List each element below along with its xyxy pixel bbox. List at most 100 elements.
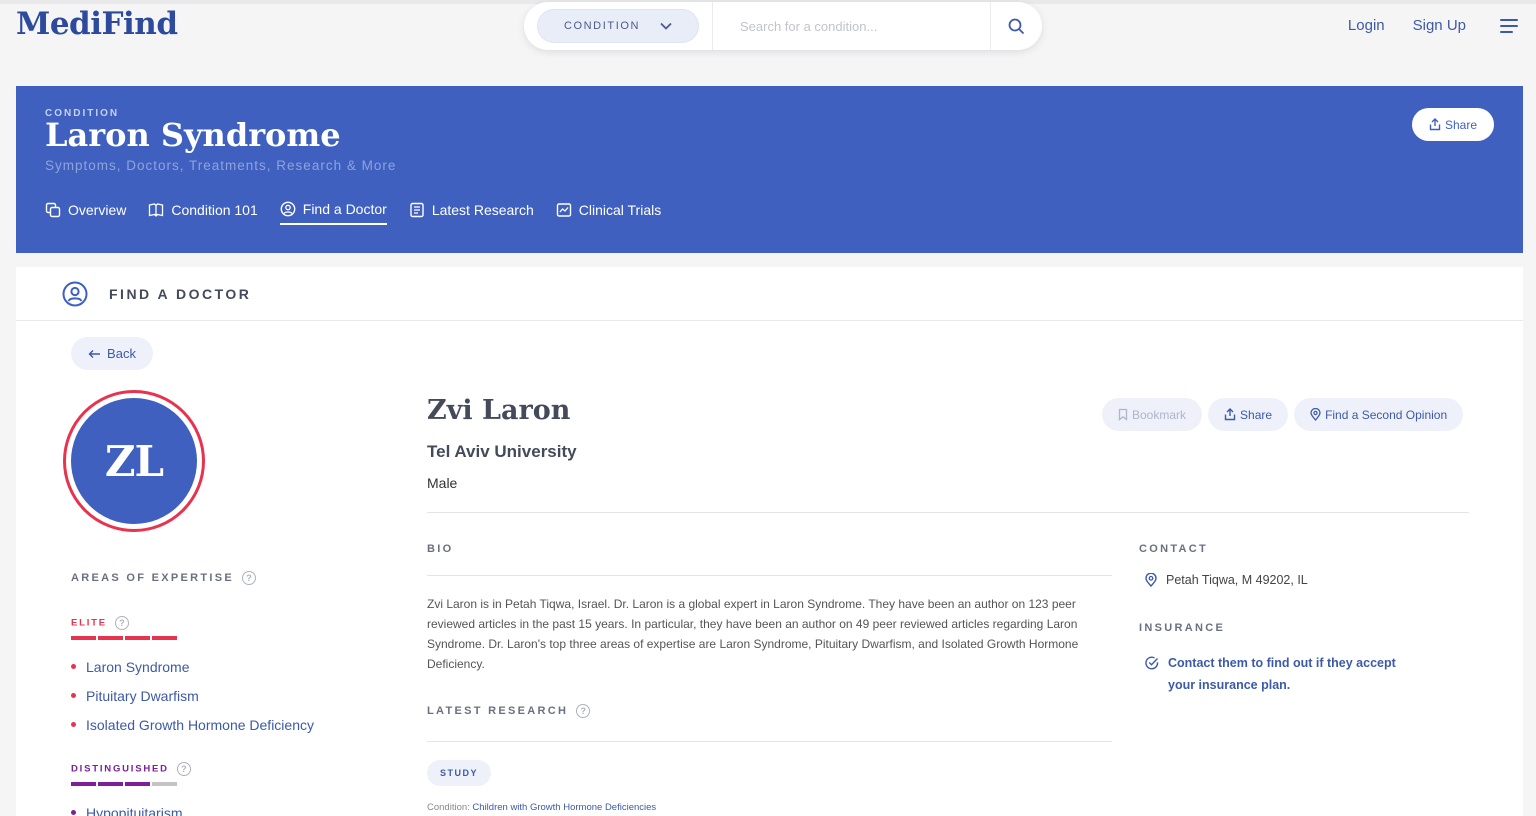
arrow-left-icon (88, 349, 101, 358)
help-icon[interactable]: ? (176, 762, 191, 776)
expertise-label: Isolated Growth Hormone Deficiency (86, 716, 314, 733)
level-bar (98, 636, 123, 640)
second-opinion-label: Find a Second Opinion (1325, 407, 1448, 422)
study-condition: Condition: Children with Growth Hormone … (427, 802, 656, 813)
study-badge: STUDY (427, 760, 491, 786)
doctor-institution: Tel Aviv University (427, 442, 577, 461)
map-pin-icon (1145, 573, 1157, 587)
expertise-item[interactable]: Isolated Growth Hormone Deficiency (71, 710, 314, 739)
bookmark-button[interactable]: Bookmark (1102, 398, 1203, 431)
expertise-label: Laron Syndrome (86, 658, 190, 675)
tab-find-a-doctor[interactable]: Find a Doctor (279, 201, 387, 225)
tier-elite-label: ELITE? (71, 616, 129, 630)
tier-distinguished-label: DISTINGUISHED? (71, 762, 191, 776)
location-text: Petah Tiqwa, M 49202, IL (1166, 573, 1308, 587)
insurance-label: INSURANCE (1139, 622, 1226, 634)
back-button[interactable]: Back (71, 337, 153, 370)
copy-icon (45, 202, 61, 218)
medifind-logo[interactable]: MediFind (16, 6, 178, 42)
expertise-item[interactable]: Laron Syndrome (71, 652, 314, 681)
distinguished-level-bars (71, 782, 177, 786)
bullet-dot (71, 810, 76, 815)
tab-latest-research[interactable]: Latest Research (409, 201, 534, 225)
search-icon (1008, 18, 1024, 34)
hamburger-menu-icon[interactable] (1500, 18, 1518, 33)
signup-link[interactable]: Sign Up (1413, 17, 1466, 34)
check-circle-icon (1145, 656, 1159, 670)
tab-condition-101[interactable]: Condition 101 (148, 201, 258, 225)
login-link[interactable]: Login (1348, 17, 1385, 34)
share-button[interactable]: Share (1208, 398, 1289, 431)
tier-name: ELITE (71, 617, 107, 629)
latest-research-label: LATEST RESEARCH? (427, 704, 591, 718)
profile-divider (427, 512, 1469, 513)
help-icon[interactable]: ? (114, 616, 129, 630)
level-bar (125, 782, 150, 786)
insurance-link[interactable]: Contact them to find out if they accept … (1168, 652, 1398, 696)
study-condition-prefix: Condition: (427, 802, 470, 813)
tab-label: Condition 101 (171, 202, 258, 218)
back-label: Back (107, 346, 136, 361)
help-icon[interactable]: ? (576, 704, 591, 718)
map-pin-icon (1310, 408, 1321, 421)
bullet-dot (71, 722, 76, 727)
bullet-dot (71, 693, 76, 698)
page-title: Laron Syndrome (45, 116, 341, 154)
elite-expertise-list: Laron Syndrome Pituitary Dwarfism Isolat… (71, 652, 314, 739)
study-condition-link[interactable]: Children with Growth Hormone Deficiencie… (472, 802, 656, 813)
condition-tabs: Overview Condition 101 Find a Doctor Lat… (45, 201, 661, 225)
expertise-item[interactable]: Pituitary Dwarfism (71, 681, 314, 710)
document-icon (410, 202, 424, 218)
level-bar (71, 636, 96, 640)
user-circle-icon (280, 201, 296, 217)
share-icon (1224, 408, 1236, 421)
bullet-dot (71, 664, 76, 669)
insurance-info: Contact them to find out if they accept … (1145, 652, 1398, 696)
level-bar (152, 782, 177, 786)
tab-label: Latest Research (431, 202, 534, 218)
share-icon (1429, 118, 1441, 131)
search-bar: CONDITION (524, 2, 1042, 50)
distinguished-expertise-list: Hypopituitarism (71, 798, 182, 816)
expertise-item[interactable]: Hypopituitarism (71, 798, 182, 816)
aoe-label-text: AREAS OF EXPERTISE (71, 571, 235, 584)
search-category-dropdown[interactable]: CONDITION (537, 9, 699, 43)
tab-overview[interactable]: Overview (45, 201, 126, 225)
tab-label: Find a Doctor (302, 201, 387, 217)
doctor-name: Zvi Laron (427, 395, 571, 426)
share-label: Share (1240, 407, 1273, 422)
help-icon[interactable]: ? (242, 571, 257, 585)
second-opinion-button[interactable]: Find a Second Opinion (1294, 398, 1464, 431)
chart-icon (556, 203, 571, 217)
search-input[interactable] (740, 18, 970, 34)
expertise-label: Pituitary Dwarfism (86, 687, 199, 704)
doctor-avatar: ZL (63, 390, 205, 532)
bio-label: BIO (427, 543, 454, 555)
doctor-gender: Male (427, 475, 458, 491)
user-circle-icon (62, 281, 88, 306)
search-category-label: CONDITION (563, 20, 641, 32)
tier-name: DISTINGUISHED (71, 763, 169, 775)
find-a-doctor-card: FIND A DOCTOR Back ZL AREAS OF EXPERTISE… (16, 267, 1523, 816)
contact-label: CONTACT (1139, 543, 1209, 555)
latest-research-text: LATEST RESEARCH (427, 704, 569, 717)
avatar-initials: ZL (71, 398, 197, 524)
banner-share-label: Share (1444, 117, 1478, 132)
bio-divider (427, 575, 1112, 576)
search-divider (712, 2, 713, 50)
search-button[interactable] (991, 2, 1041, 50)
chevron-down-icon (660, 22, 672, 30)
expertise-label: Hypopituitarism (86, 804, 183, 816)
doctor-actions: Bookmark Share Find a Second Opinion (1102, 398, 1464, 431)
book-icon (149, 203, 164, 217)
banner-share-button[interactable]: Share (1412, 108, 1494, 141)
level-bar (71, 782, 96, 786)
tab-label: Overview (68, 202, 127, 218)
doctor-location: Petah Tiqwa, M 49202, IL (1145, 573, 1308, 587)
tab-clinical-trials[interactable]: Clinical Trials (556, 201, 661, 225)
bookmark-icon (1118, 408, 1128, 421)
bio-text: Zvi Laron is in Petah Tiqwa, Israel. Dr.… (427, 597, 1079, 671)
elite-level-bars (71, 636, 177, 640)
section-title: FIND A DOCTOR (109, 285, 252, 302)
header-nav: Login Sign Up (1348, 17, 1518, 34)
